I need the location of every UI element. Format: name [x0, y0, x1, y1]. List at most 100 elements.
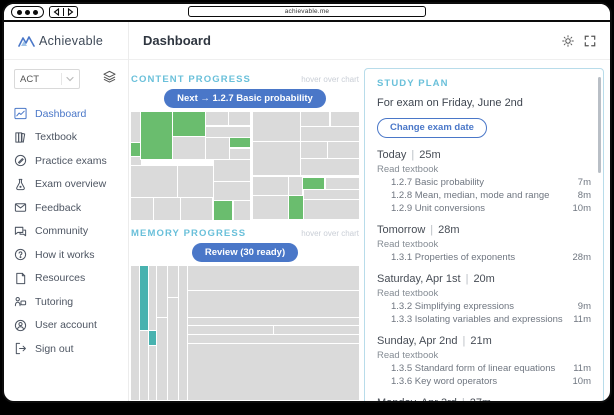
treemap-cell-incomplete[interactable]: [131, 198, 153, 220]
help-icon: [14, 248, 27, 261]
change-exam-date-button[interactable]: Change exam date: [377, 118, 487, 138]
treemap-cell-complete[interactable]: [131, 143, 141, 156]
course-select[interactable]: ACT: [14, 69, 80, 89]
sidebar-item-sign-out[interactable]: Sign out: [14, 337, 128, 361]
treemap-cell-incomplete[interactable]: [188, 335, 359, 343]
treemap-cell-incomplete[interactable]: [188, 326, 272, 334]
treemap-cell-incomplete[interactable]: [206, 112, 228, 125]
study-plan-item[interactable]: 1.3.1 Properties of exponents28m: [377, 251, 591, 264]
study-plan-item[interactable]: 1.3.2 Simplifying expressions9m: [377, 300, 591, 313]
review-button[interactable]: Review (30 ready): [192, 243, 298, 262]
study-plan-item[interactable]: 1.3.5 Standard form of linear equations1…: [377, 362, 591, 375]
memory-progress-treemap[interactable]: [131, 266, 359, 402]
treemap-cell-incomplete[interactable]: [206, 138, 229, 160]
treemap-cell-incomplete[interactable]: [188, 266, 359, 290]
treemap-cell-incomplete[interactable]: [188, 344, 359, 400]
treemap-cell-complete[interactable]: [214, 201, 232, 220]
treemap-cell-complete[interactable]: [141, 112, 172, 159]
back-icon[interactable]: [53, 8, 60, 16]
forward-icon[interactable]: [67, 8, 74, 16]
study-plan-scrollbar[interactable]: [598, 77, 601, 173]
treemap-cell-incomplete[interactable]: [289, 177, 302, 195]
sidebar-item-user-account[interactable]: User account: [14, 314, 128, 338]
treemap-cell-complete[interactable]: [149, 331, 156, 345]
study-plan-item[interactable]: 1.2.9 Unit conversions10m: [377, 202, 591, 215]
day-section-label: Read textbook: [377, 164, 591, 175]
treemap-cell-incomplete[interactable]: [331, 112, 360, 126]
sidebar-item-exam-overview[interactable]: Exam overview: [14, 173, 128, 197]
treemap-cell-incomplete[interactable]: [168, 266, 178, 297]
treemap-cell-incomplete[interactable]: [179, 266, 188, 400]
next-lesson-button[interactable]: Next → 1.2.7 Basic probability: [164, 89, 326, 108]
treemap-cell-incomplete[interactable]: [173, 137, 205, 159]
day-divider: |: [430, 224, 433, 236]
logo-text: Achievable: [39, 34, 103, 48]
sidebar-item-how-it-works[interactable]: How it works: [14, 243, 128, 267]
treemap-cell-incomplete[interactable]: [149, 266, 156, 330]
treemap-cell-incomplete[interactable]: [230, 149, 249, 160]
treemap-cell-incomplete[interactable]: [274, 326, 359, 334]
treemap-cell-complete[interactable]: [173, 112, 205, 136]
treemap-cell-incomplete[interactable]: [131, 266, 139, 400]
content-progress-treemap[interactable]: [131, 112, 359, 220]
sidebar-item-feedback[interactable]: Feedback: [14, 196, 128, 220]
treemap-cell-incomplete[interactable]: [206, 127, 249, 137]
treemap-cell-incomplete[interactable]: [234, 201, 250, 220]
sidebar-item-community[interactable]: Community: [14, 220, 128, 244]
treemap-cell-incomplete[interactable]: [253, 112, 300, 141]
treemap-cell-incomplete[interactable]: [214, 182, 249, 200]
treemap-cell-complete[interactable]: [230, 138, 249, 148]
treemap-cell-incomplete[interactable]: [140, 331, 148, 399]
layers-icon[interactable]: [103, 70, 116, 88]
treemap-cell-incomplete[interactable]: [326, 178, 359, 190]
treemap-cell-complete[interactable]: [303, 178, 324, 190]
study-plan-item[interactable]: 1.2.8 Mean, median, mode and range8m: [377, 189, 591, 202]
study-plan-item[interactable]: 1.3.6 Key word operators10m: [377, 375, 591, 388]
treemap-cell-incomplete[interactable]: [178, 166, 213, 197]
treemap-cell-incomplete[interactable]: [301, 127, 359, 141]
treemap-cell-incomplete[interactable]: [188, 291, 359, 317]
treemap-cell-incomplete[interactable]: [301, 159, 359, 175]
treemap-cell-incomplete[interactable]: [301, 142, 327, 158]
study-plan-item[interactable]: 1.3.3 Isolating variables and expression…: [377, 313, 591, 326]
treemap-cell-incomplete[interactable]: [304, 200, 359, 219]
treemap-cell-incomplete[interactable]: [157, 318, 167, 399]
treemap-cell-incomplete[interactable]: [304, 190, 359, 199]
window-dot[interactable]: [33, 10, 38, 15]
treemap-cell-incomplete[interactable]: [131, 166, 177, 197]
treemap-cell-complete[interactable]: [140, 266, 148, 330]
treemap-cell-incomplete[interactable]: [149, 346, 156, 400]
treemap-cell-complete[interactable]: [289, 196, 303, 220]
hover-hint: hover over chart: [301, 75, 359, 84]
treemap-cell-incomplete[interactable]: [188, 318, 359, 325]
treemap-cell-incomplete[interactable]: [181, 198, 212, 220]
fullscreen-icon[interactable]: [584, 35, 596, 47]
browser-window: achievable.me Achievable ACT: [2, 2, 612, 403]
window-controls[interactable]: [11, 6, 44, 18]
sidebar-item-tutoring[interactable]: Tutoring: [14, 290, 128, 314]
sidebar-item-textbook[interactable]: Textbook: [14, 126, 128, 150]
treemap-cell-incomplete[interactable]: [301, 112, 330, 126]
day-header: Today|25m: [377, 149, 591, 161]
study-plan-item[interactable]: 1.2.7 Basic probability7m: [377, 176, 591, 189]
treemap-cell-incomplete[interactable]: [154, 198, 180, 220]
sidebar-item-resources[interactable]: Resources: [14, 267, 128, 291]
treemap-cell-incomplete[interactable]: [131, 112, 141, 142]
window-dot[interactable]: [17, 10, 22, 15]
treemap-cell-incomplete[interactable]: [253, 177, 288, 195]
sidebar-item-dashboard[interactable]: Dashboard: [14, 102, 128, 126]
theme-toggle-icon[interactable]: [562, 35, 574, 47]
window-dot[interactable]: [25, 10, 30, 15]
sidebar: ACT DashboardTextbookPractice examsExam …: [4, 60, 128, 361]
treemap-cell-incomplete[interactable]: [253, 196, 288, 220]
treemap-cell-incomplete[interactable]: [214, 160, 249, 180]
treemap-cell-incomplete[interactable]: [131, 157, 141, 165]
sidebar-item-practice-exams[interactable]: Practice exams: [14, 149, 128, 173]
treemap-cell-incomplete[interactable]: [253, 142, 300, 175]
treemap-cell-incomplete[interactable]: [157, 266, 167, 317]
logo[interactable]: Achievable: [4, 22, 128, 60]
treemap-cell-incomplete[interactable]: [328, 142, 359, 158]
treemap-cell-incomplete[interactable]: [168, 298, 178, 400]
treemap-cell-incomplete[interactable]: [229, 112, 250, 125]
url-bar[interactable]: achievable.me: [188, 6, 426, 17]
